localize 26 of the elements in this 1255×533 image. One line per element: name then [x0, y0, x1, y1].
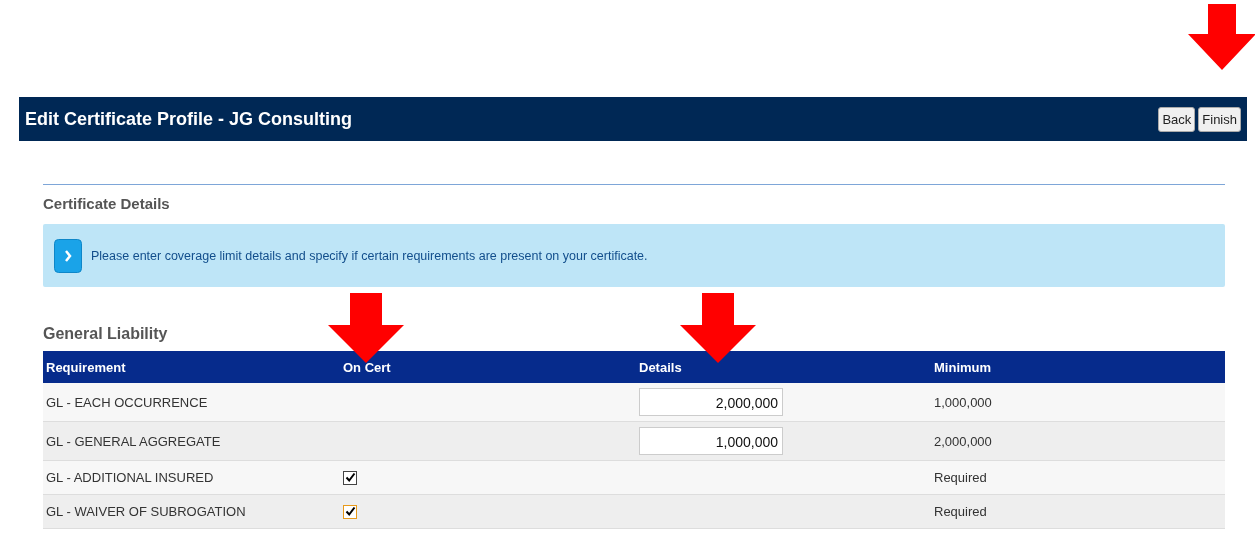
checkbox[interactable]: [343, 504, 357, 519]
header-button[interactable]: Back: [1158, 106, 1196, 132]
page-title: Edit Certificate Profile - JG Consulting: [25, 108, 353, 130]
checkbox[interactable]: [343, 470, 357, 485]
column-header: Requirement: [45, 359, 127, 375]
down-arrow-icon: [680, 293, 756, 363]
info-message: Please enter coverage limit details and specify if certain requirements are present on your certificate.: [91, 248, 648, 263]
amount-field[interactable]: 2,000,000: [639, 388, 783, 416]
header-button[interactable]: Finish: [1198, 106, 1241, 132]
minimum-text: 2,000,000: [934, 433, 992, 449]
down-arrow-icon: [1188, 4, 1255, 70]
requirement-text: GL - EACH OCCURRENCE: [46, 394, 208, 410]
column-header: Minimum: [933, 359, 993, 375]
requirement-text: GL - WAIVER OF SUBROGATION: [46, 504, 246, 519]
chevron-icon: [54, 238, 82, 273]
requirement-text: GL - ADDITIONAL INSURED: [46, 470, 214, 485]
column-header: Details: [638, 359, 683, 375]
minimum-text: Required: [934, 504, 987, 519]
down-arrow-icon: [328, 293, 404, 363]
column-header: On Cert: [342, 359, 392, 375]
requirement-text: GL - GENERAL AGGREGATE: [46, 433, 221, 449]
minimum-text: Required: [934, 470, 987, 485]
table-title: General Liability: [43, 325, 169, 343]
minimum-text: 1,000,000: [934, 394, 992, 410]
section-title: Certificate Details: [43, 195, 171, 212]
amount-field[interactable]: 1,000,000: [639, 427, 783, 455]
